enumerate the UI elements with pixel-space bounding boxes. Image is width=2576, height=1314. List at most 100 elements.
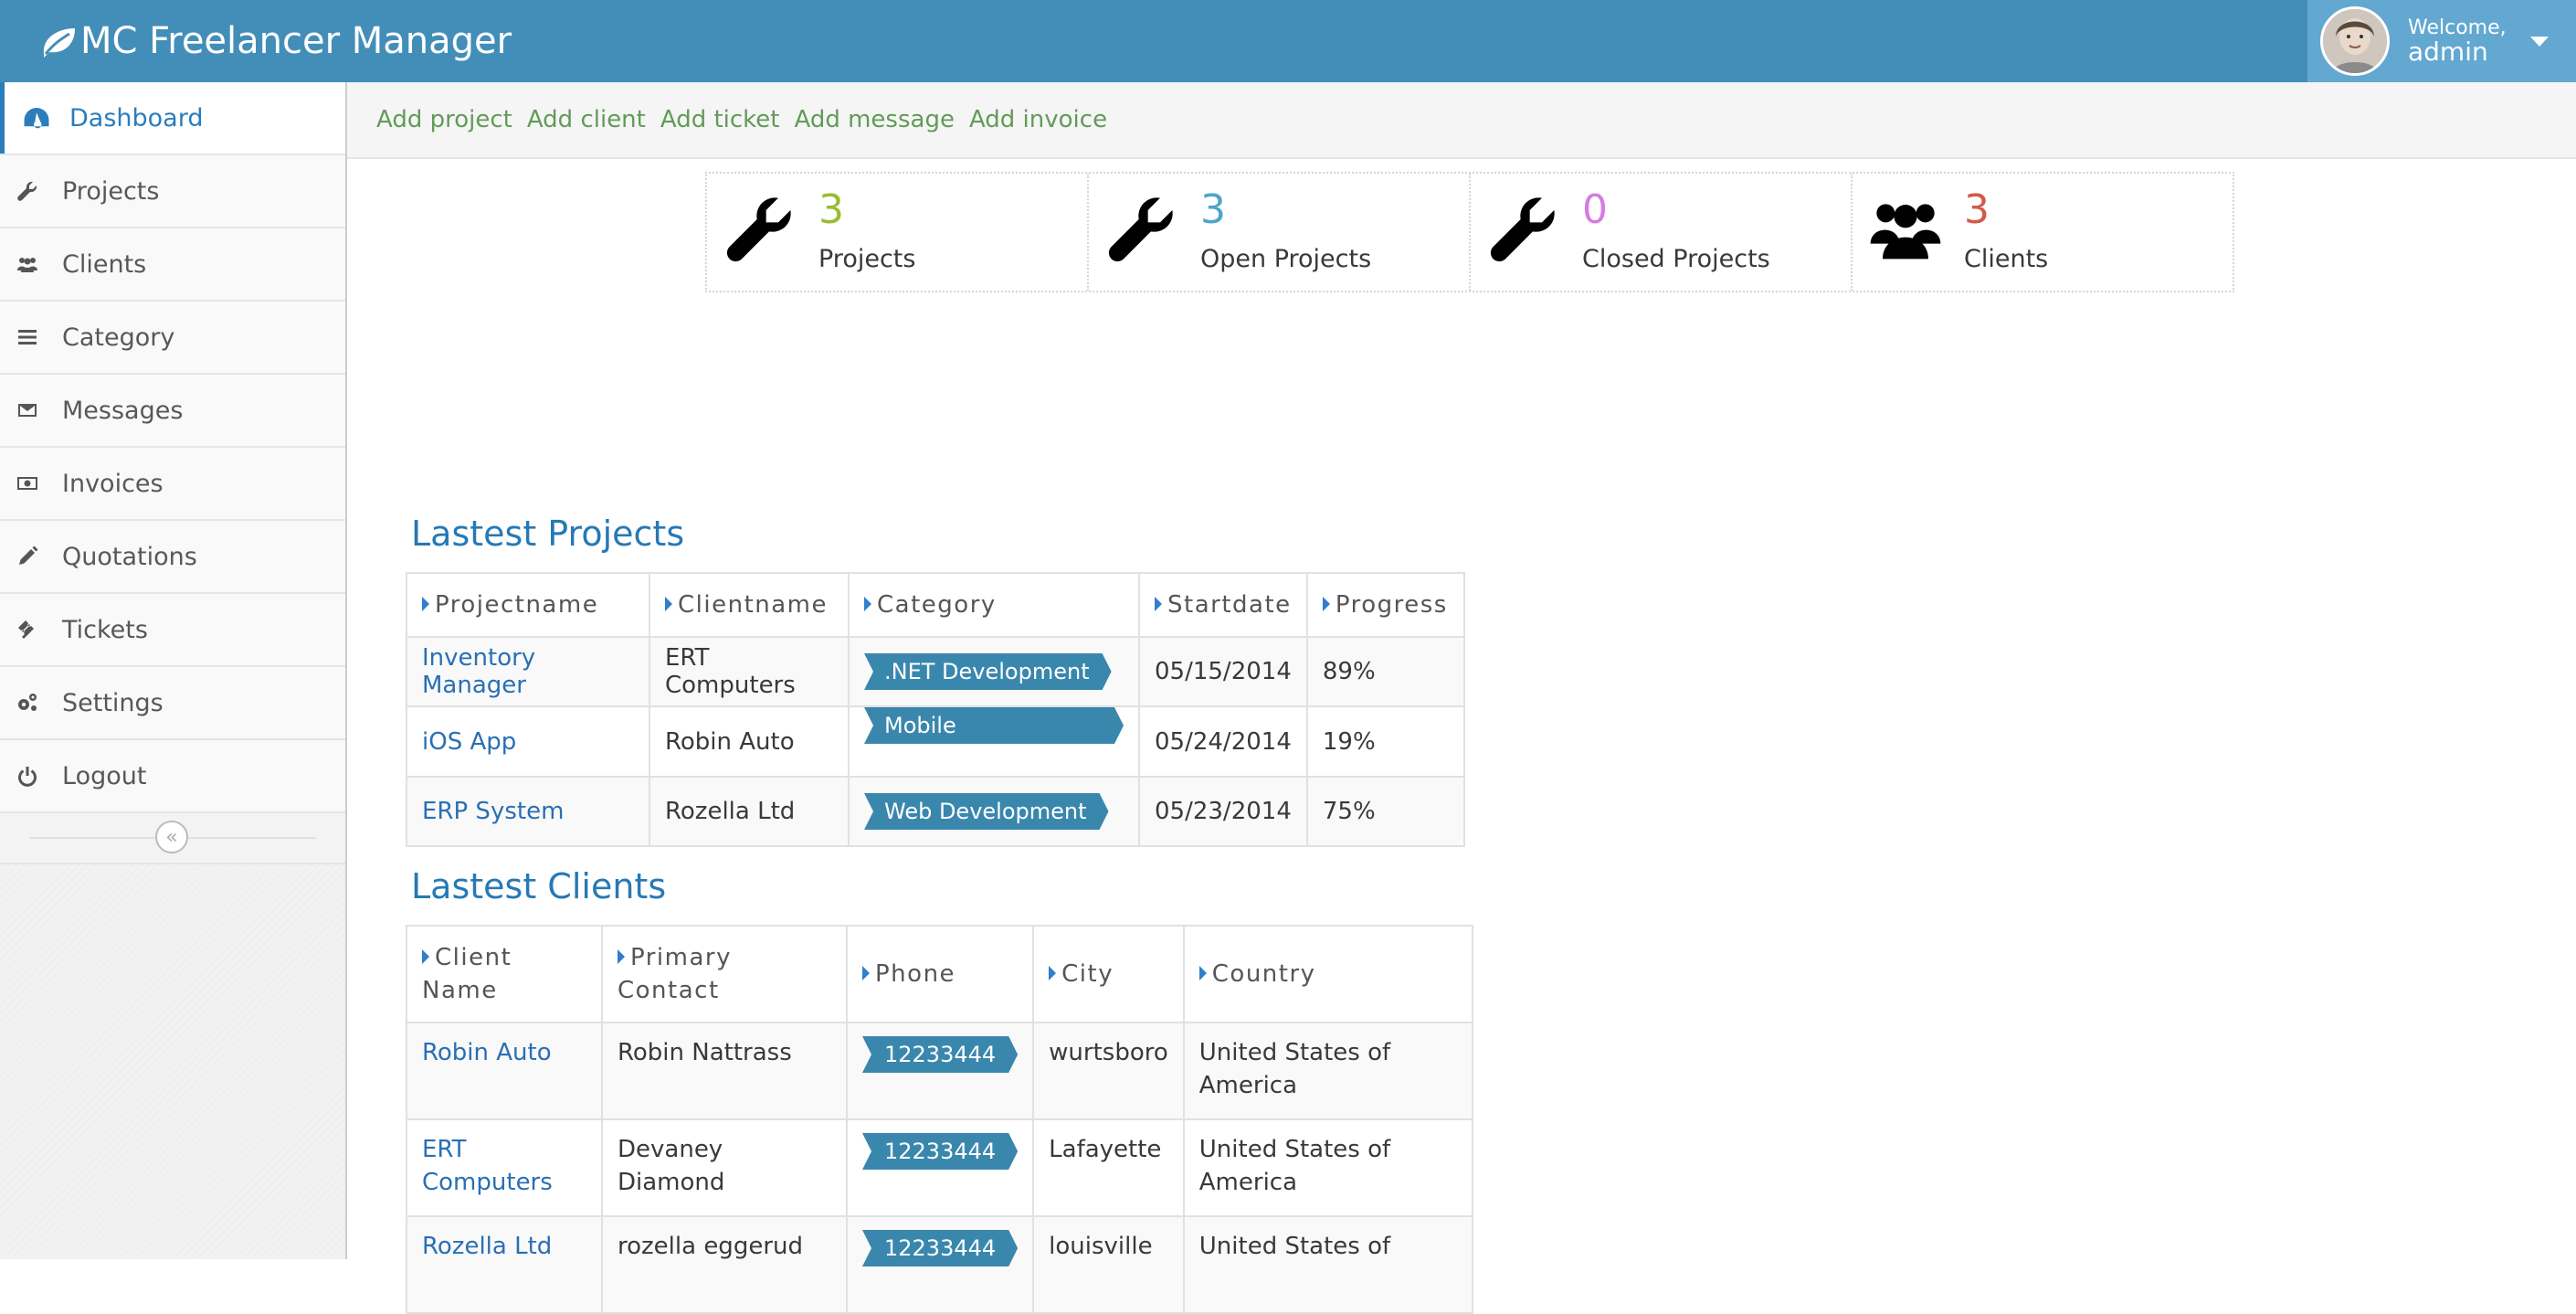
dashboard-icon — [22, 103, 51, 132]
quick-actions-bar: Add project Add client Add ticket Add me… — [347, 82, 2576, 159]
latest-clients-table: Client Name Primary Contact Phone City Cou… — [406, 925, 1473, 1314]
wrench-icon — [1487, 192, 1560, 265]
phone-badge: 12233444 — [862, 1036, 1018, 1073]
leaf-icon — [43, 28, 75, 58]
stat-value: 3 — [1964, 186, 1990, 233]
sidebar-item-quotations[interactable]: Quotations — [0, 521, 345, 594]
app-title: MC Freelancer Manager — [80, 20, 512, 62]
table-row: ERP System Rozella Ltd Web Development 0… — [406, 776, 1465, 847]
wrench-icon — [1105, 192, 1178, 265]
country: United States of — [1182, 1215, 1473, 1314]
double-chevron-left-icon: « — [165, 825, 178, 849]
sidebar-item-label: Quotations — [62, 542, 197, 571]
client-name: ERT Computers — [649, 636, 850, 707]
primary-contact: Devaney Diamond — [601, 1118, 848, 1217]
add-message-link[interactable]: Add message — [795, 106, 955, 133]
latest-projects-title: Lastest Projects — [411, 514, 685, 554]
column-header[interactable]: Clientname — [649, 572, 850, 638]
sidebar-item-invoices[interactable]: Invoices — [0, 448, 345, 521]
sidebar-item-logout[interactable]: Logout — [0, 740, 345, 813]
collapse-sidebar-button[interactable]: « — [155, 821, 188, 853]
phone-badge: 12233444 — [862, 1230, 1018, 1266]
add-project-link[interactable]: Add project — [376, 106, 512, 133]
project-link[interactable]: ERP System — [422, 798, 564, 825]
ticket-icon — [13, 615, 42, 644]
column-header[interactable]: Primary Contact — [601, 925, 848, 1023]
progress: 19% — [1305, 705, 1465, 778]
sidebar-item-projects[interactable]: Projects — [0, 155, 345, 228]
sidebar-item-tickets[interactable]: Tickets — [0, 594, 345, 667]
user-menu[interactable]: Welcome, admin — [2307, 0, 2576, 82]
start-date: 05/23/2014 — [1138, 776, 1308, 847]
column-header[interactable]: Startdate — [1138, 572, 1308, 638]
add-ticket-link[interactable]: Add ticket — [660, 106, 780, 133]
column-header[interactable]: City — [1032, 925, 1185, 1023]
caret-right-icon — [665, 596, 672, 611]
stats-panel: 3 Projects 3 Open Projects 0 Closed Proj… — [705, 172, 2234, 292]
country: United States of America — [1182, 1118, 1473, 1217]
caret-right-icon — [1155, 596, 1162, 611]
column-header[interactable]: Category — [848, 572, 1140, 638]
latest-clients-title: Lastest Clients — [411, 866, 667, 906]
stat-closed-projects: 0 Closed Projects — [1471, 174, 1853, 291]
envelope-icon — [13, 396, 42, 425]
sidebar-item-dashboard[interactable]: Dashboard — [0, 82, 345, 155]
stat-open-projects: 3 Open Projects — [1089, 174, 1471, 291]
sidebar-item-label: Tickets — [62, 615, 148, 644]
client-link[interactable]: ERT Computers — [422, 1136, 553, 1196]
add-invoice-link[interactable]: Add invoice — [969, 106, 1107, 133]
welcome-text: Welcome, — [2408, 16, 2507, 39]
sidebar-item-label: Invoices — [62, 469, 164, 498]
table-row: ERT Computers Devaney Diamond 12233444 La… — [406, 1118, 1473, 1217]
primary-contact: Robin Nattrass — [601, 1022, 848, 1120]
project-link[interactable]: iOS App — [422, 728, 516, 756]
column-header[interactable]: Projectname — [406, 572, 650, 638]
sidebar-item-settings[interactable]: Settings — [0, 667, 345, 740]
latest-projects-table: Projectname Clientname Category Startdat… — [406, 572, 1465, 847]
stat-label: Projects — [818, 245, 916, 273]
stat-label: Open Projects — [1200, 245, 1372, 273]
sidebar-collapse-bar: « — [0, 813, 345, 864]
sidebar-item-label: Projects — [62, 176, 160, 206]
column-header[interactable]: Country — [1182, 925, 1473, 1023]
sidebar-item-messages[interactable]: Messages — [0, 375, 345, 448]
column-header[interactable]: Phone — [845, 925, 1035, 1023]
caret-right-icon — [1198, 965, 1207, 980]
client-name: Robin Auto — [649, 705, 850, 778]
top-navbar: MC Freelancer Manager Welcome, admin — [0, 0, 2576, 82]
pencil-icon — [13, 542, 42, 571]
caret-right-icon — [422, 948, 429, 964]
add-client-link[interactable]: Add client — [527, 106, 646, 133]
start-date: 05/15/2014 — [1138, 636, 1308, 707]
client-name: Rozella Ltd — [649, 776, 850, 847]
column-header[interactable]: Progress — [1305, 572, 1465, 638]
avatar — [2320, 6, 2390, 76]
client-link[interactable]: Rozella Ltd — [422, 1233, 552, 1260]
caret-right-icon — [618, 948, 625, 964]
sidebar-item-label: Clients — [62, 249, 147, 279]
sidebar: Dashboard Projects Clients Category Mess… — [0, 82, 347, 1259]
project-link[interactable]: Inventory Manager — [422, 644, 535, 699]
stat-value: 3 — [818, 186, 844, 233]
stat-value: 0 — [1582, 186, 1608, 233]
city: louisville — [1032, 1215, 1185, 1314]
sidebar-item-clients[interactable]: Clients — [0, 228, 345, 302]
caret-down-icon[interactable] — [2529, 36, 2549, 47]
caret-right-icon — [1049, 965, 1057, 980]
wrench-icon — [723, 192, 797, 265]
stat-label: Closed Projects — [1582, 245, 1770, 273]
user-greeting: Welcome, admin — [2408, 16, 2507, 66]
sidebar-item-label: Category — [62, 323, 175, 352]
sidebar-nav: Dashboard Projects Clients Category Mess… — [0, 82, 345, 813]
progress: 75% — [1305, 776, 1465, 847]
category-badge: Web Development — [864, 793, 1109, 830]
sidebar-item-category[interactable]: Category — [0, 302, 345, 375]
city: Lafayette — [1032, 1118, 1185, 1217]
power-icon — [13, 761, 42, 790]
caret-right-icon — [864, 596, 871, 611]
category-badge: .NET Development — [864, 653, 1112, 690]
column-header[interactable]: Client Name — [406, 925, 603, 1023]
brand[interactable]: MC Freelancer Manager — [38, 16, 512, 66]
stat-value: 3 — [1200, 186, 1226, 233]
client-link[interactable]: Robin Auto — [422, 1039, 552, 1066]
